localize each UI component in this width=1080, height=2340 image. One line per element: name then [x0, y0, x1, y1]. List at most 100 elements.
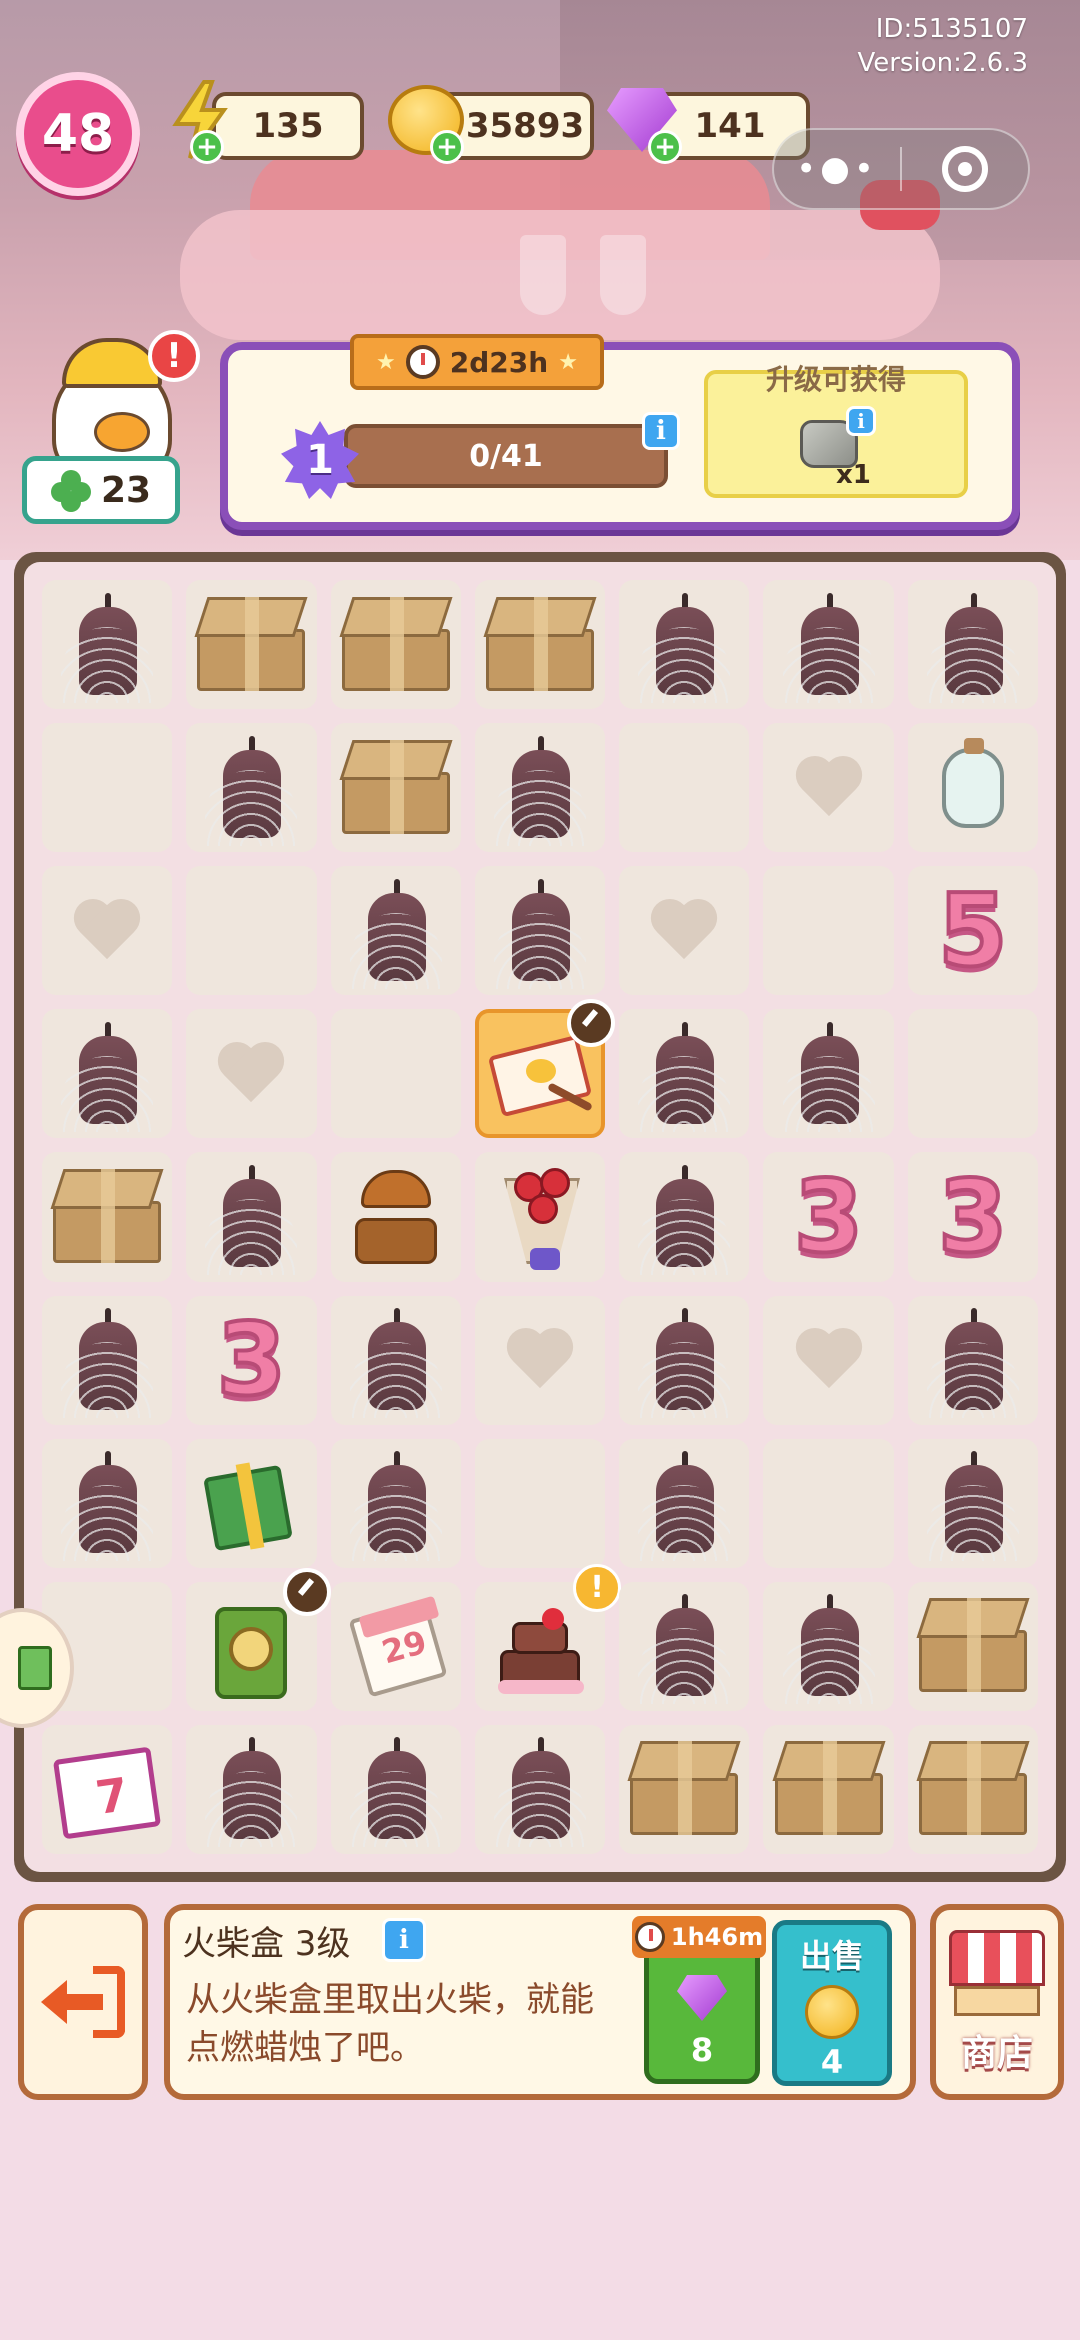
item-name: 火柴盒 3级 [182, 1924, 351, 1964]
cobweb-candle-item [205, 1733, 298, 1848]
desk-calendar-item: 7 [52, 1739, 162, 1840]
board-cell[interactable] [474, 1152, 606, 1282]
board-cell[interactable] [763, 723, 894, 853]
sell-value: 4 [820, 2043, 844, 2081]
add-gems-button[interactable]: + [648, 130, 682, 164]
board-cell[interactable] [907, 1581, 1038, 1711]
board-cell[interactable]: 7 [42, 1724, 173, 1854]
gem-cost: 8 [690, 2031, 714, 2069]
exit-button[interactable] [18, 1904, 148, 2100]
board-cell[interactable] [186, 580, 317, 710]
board-cell[interactable] [763, 1724, 894, 1854]
board-cell[interactable] [474, 1724, 606, 1854]
empty-board-cell[interactable] [42, 723, 173, 853]
board-cell[interactable] [186, 1009, 317, 1139]
board-cell[interactable] [907, 1295, 1038, 1425]
board-cell[interactable] [907, 1724, 1038, 1854]
item-info-button[interactable]: i [382, 1918, 426, 1962]
board-cell[interactable] [474, 866, 606, 996]
clover-counter[interactable]: 23 [22, 456, 180, 524]
board-cell[interactable]: 3 [186, 1295, 317, 1425]
empty-board-cell[interactable] [907, 1009, 1038, 1139]
board-cell[interactable] [330, 580, 461, 710]
board-cell[interactable] [42, 866, 173, 996]
clock-icon [634, 1922, 665, 1952]
board-cell[interactable] [42, 580, 173, 710]
board-cell[interactable] [186, 1152, 317, 1282]
board-cell[interactable] [619, 1295, 750, 1425]
board-cell[interactable] [763, 1295, 894, 1425]
target-circle-icon[interactable] [902, 146, 1028, 192]
board-cell[interactable] [186, 723, 317, 853]
board-cell[interactable] [763, 580, 894, 710]
board-cell[interactable] [42, 1295, 173, 1425]
board-cell[interactable] [330, 1295, 461, 1425]
board-cell[interactable] [619, 1009, 750, 1139]
quest-timer: ★ 2d23h ★ [350, 334, 604, 390]
board-cell[interactable] [42, 1438, 173, 1568]
cobweb-candle-item [638, 1161, 731, 1275]
board-cell[interactable] [619, 580, 750, 710]
board-cell[interactable]: ! [474, 1563, 622, 1711]
board-cell[interactable] [474, 723, 606, 853]
board-cell[interactable] [619, 866, 750, 996]
empty-board-cell[interactable] [763, 1438, 894, 1568]
quest-level-badge: 1 [278, 418, 362, 502]
player-level-badge[interactable]: 48 [16, 72, 140, 196]
board-cell[interactable] [330, 1724, 461, 1854]
heart-placeholder-icon [216, 1044, 286, 1104]
selected-board-cell[interactable] [474, 999, 616, 1139]
board-cell[interactable] [474, 1295, 606, 1425]
bottle-item [941, 737, 1004, 828]
empty-board-cell[interactable] [186, 866, 317, 996]
book-icon [18, 1646, 52, 1690]
birthday-cake-item [490, 1594, 590, 1698]
board-cell[interactable] [619, 1152, 750, 1282]
board-cell[interactable] [619, 1581, 750, 1711]
board-cell[interactable] [907, 580, 1038, 710]
cobweb-candle-item [782, 589, 875, 703]
board-cell[interactable] [763, 1581, 894, 1711]
board-cell[interactable] [330, 866, 461, 996]
add-coins-button[interactable]: + [430, 130, 464, 164]
cobweb-candle-item [349, 1304, 442, 1419]
board-cell[interactable]: 3 [763, 1152, 894, 1282]
cardboard-box-item [626, 1741, 742, 1837]
empty-board-cell[interactable] [330, 1009, 461, 1139]
quest-info-button[interactable]: i [642, 412, 680, 450]
board-cell[interactable] [619, 1438, 750, 1568]
board-cell[interactable] [763, 1009, 894, 1139]
board-cell[interactable] [186, 1724, 317, 1854]
coin-value: 35893 [465, 106, 585, 146]
heart-placeholder-icon [794, 758, 864, 818]
board-cell[interactable] [186, 1438, 317, 1568]
board-cell[interactable] [330, 1152, 461, 1282]
number-candle-item: 5 [936, 871, 1010, 989]
empty-board-cell[interactable] [619, 723, 750, 853]
sell-button[interactable]: 出售 4 [772, 1920, 892, 2086]
player-level-value: 48 [41, 104, 115, 164]
board-cell[interactable]: 3 [907, 1152, 1038, 1282]
empty-board-cell[interactable] [474, 1438, 606, 1568]
board-cell[interactable] [186, 1567, 331, 1711]
reward-info-button[interactable]: i [846, 406, 876, 436]
board-cell[interactable] [907, 723, 1038, 853]
board-cell[interactable] [330, 723, 461, 853]
empty-board-cell[interactable] [763, 866, 894, 996]
cobweb-candle-item [349, 1447, 442, 1562]
board-cell[interactable] [42, 1009, 173, 1139]
board-cell[interactable]: 29 [330, 1581, 461, 1711]
board-cell[interactable]: 5 [907, 866, 1038, 996]
add-energy-button[interactable]: + [190, 130, 224, 164]
board-cell[interactable] [330, 1438, 461, 1568]
board-cell[interactable] [474, 580, 606, 710]
board-cell[interactable] [907, 1438, 1038, 1568]
exit-arrow-icon [41, 1966, 125, 2038]
board-cell[interactable] [42, 1152, 173, 1282]
item-timer: 1h46m [632, 1916, 766, 1958]
shop-button[interactable]: 商店 [930, 1904, 1064, 2100]
music-box-item [349, 1162, 443, 1272]
background-glass [520, 235, 566, 315]
board-cell[interactable] [619, 1724, 750, 1854]
more-dots-icon[interactable]: •●• [774, 149, 900, 189]
